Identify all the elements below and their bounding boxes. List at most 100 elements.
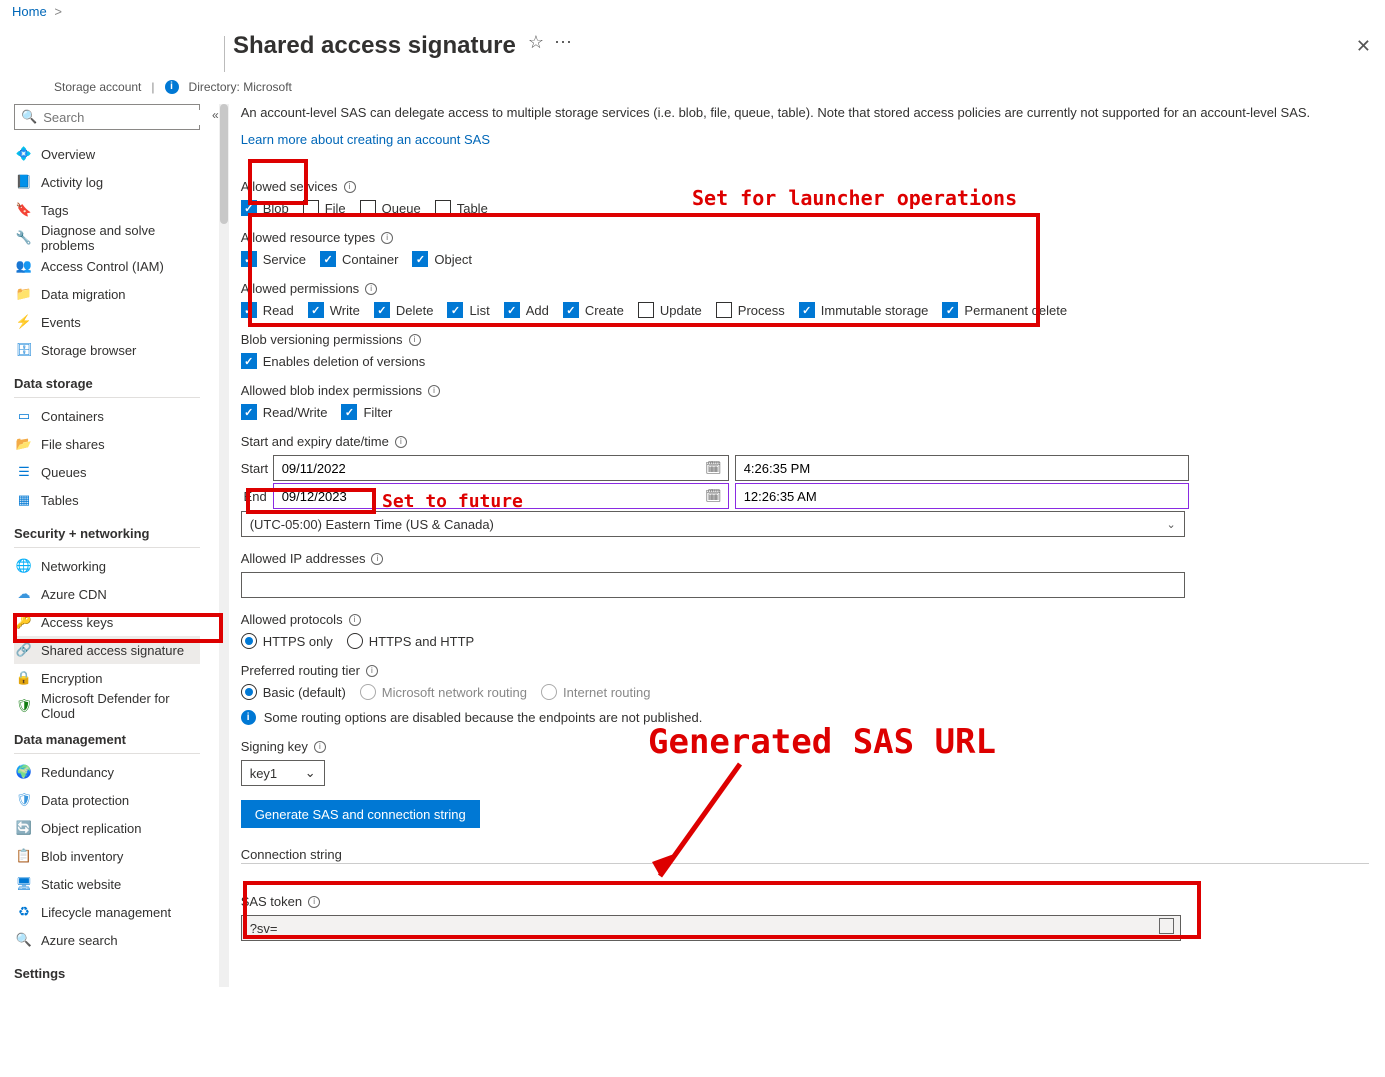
sidebar-search[interactable]: 🔍 xyxy=(14,104,200,130)
sidebar-item[interactable]: 🗄Storage browser xyxy=(14,336,200,364)
checkbox[interactable]: Blob xyxy=(241,200,289,216)
checkbox-box[interactable] xyxy=(563,302,579,318)
sidebar-item[interactable]: 📘Activity log xyxy=(14,168,200,196)
checkbox[interactable]: Process xyxy=(716,302,785,318)
sidebar-item[interactable]: 🔑Access keys xyxy=(14,608,200,636)
sidebar-item[interactable]: ☁Azure CDN xyxy=(14,580,200,608)
info-icon[interactable]: i xyxy=(381,232,393,244)
info-icon[interactable]: i xyxy=(428,385,440,397)
calendar-icon[interactable]: 🗓 xyxy=(705,488,722,504)
blade-scrollbar[interactable] xyxy=(219,104,229,987)
info-icon[interactable]: i xyxy=(366,665,378,677)
learn-more-link[interactable]: Learn more about creating an account SAS xyxy=(241,132,490,147)
sidebar-item[interactable]: 🛡Data protection xyxy=(14,786,200,814)
radio[interactable]: Basic (default) xyxy=(241,684,346,700)
info-icon[interactable]: i xyxy=(349,614,361,626)
sidebar-item[interactable]: 📁Data migration xyxy=(14,280,200,308)
checkbox[interactable]: Write xyxy=(308,302,360,318)
sidebar-item[interactable]: 🔧Diagnose and solve problems xyxy=(14,224,200,252)
checkbox-box[interactable] xyxy=(241,200,257,216)
favorite-star-icon[interactable]: ☆ xyxy=(528,32,544,53)
checkbox[interactable]: Read/Write xyxy=(241,404,328,420)
sidebar-item[interactable]: 🔍Azure search xyxy=(14,926,200,954)
checkbox-box[interactable] xyxy=(341,404,357,420)
copy-icon[interactable] xyxy=(1161,920,1174,937)
info-icon[interactable]: i xyxy=(344,181,356,193)
start-date-input[interactable]: 🗓 xyxy=(273,455,729,481)
info-icon[interactable]: i xyxy=(409,334,421,346)
checkbox[interactable]: Update xyxy=(638,302,702,318)
checkbox[interactable]: Filter xyxy=(341,404,392,420)
end-time-input[interactable] xyxy=(735,483,1189,509)
checkbox-box[interactable] xyxy=(241,251,257,267)
sidebar-item[interactable]: 🔄Object replication xyxy=(14,814,200,842)
more-menu-icon[interactable]: ⋯ xyxy=(554,32,573,53)
info-icon[interactable]: i xyxy=(314,741,326,753)
checkbox[interactable]: Add xyxy=(504,302,549,318)
sidebar-item[interactable]: 💠Overview xyxy=(14,140,200,168)
checkbox-box[interactable] xyxy=(716,302,732,318)
sidebar-item[interactable]: ▭Containers xyxy=(14,402,200,430)
radio[interactable]: HTTPS and HTTP xyxy=(347,633,474,649)
sidebar-item[interactable]: 👥Access Control (IAM) xyxy=(14,252,200,280)
info-icon[interactable]: i xyxy=(395,436,407,448)
sidebar-item[interactable]: 🔗Shared access signature xyxy=(14,636,200,664)
checkbox[interactable]: Container xyxy=(320,251,398,267)
end-date-input[interactable]: 🗓 xyxy=(273,483,729,509)
sas-token-output[interactable]: ?sv= xyxy=(241,915,1181,941)
checkbox-box[interactable] xyxy=(374,302,390,318)
sidebar-collapse-icon[interactable]: « xyxy=(206,104,219,987)
start-time-input[interactable] xyxy=(735,455,1189,481)
sidebar-item[interactable]: 📋Blob inventory xyxy=(14,842,200,870)
checkbox-box[interactable] xyxy=(303,200,319,216)
sidebar-item[interactable]: 🌍Redundancy xyxy=(14,758,200,786)
checkbox-box[interactable] xyxy=(638,302,654,318)
checkbox[interactable]: Table xyxy=(435,200,488,216)
sidebar-item[interactable]: ▦Tables xyxy=(14,486,200,514)
home-link[interactable]: Home xyxy=(12,4,47,19)
checkbox-box[interactable] xyxy=(308,302,324,318)
sidebar-item[interactable]: 🌐Networking xyxy=(14,552,200,580)
checkbox-box[interactable] xyxy=(942,302,958,318)
calendar-icon[interactable]: 🗓 xyxy=(705,460,722,476)
checkbox-box[interactable] xyxy=(412,251,428,267)
sidebar-item[interactable]: 🔒Encryption xyxy=(14,664,200,692)
sidebar-item[interactable]: 📂File shares xyxy=(14,430,200,458)
checkbox[interactable]: File xyxy=(303,200,346,216)
checkbox-box[interactable] xyxy=(241,404,257,420)
checkbox[interactable]: Delete xyxy=(374,302,434,318)
sidebar-item[interactable]: ⚡Events xyxy=(14,308,200,336)
checkbox[interactable]: Permanent delete xyxy=(942,302,1067,318)
checkbox-box[interactable] xyxy=(435,200,451,216)
close-icon[interactable]: ✕ xyxy=(1356,36,1371,57)
allowed-ip-input[interactable] xyxy=(241,572,1185,598)
checkbox-box[interactable] xyxy=(241,353,257,369)
checkbox[interactable]: Service xyxy=(241,251,306,267)
radio[interactable]: HTTPS only xyxy=(241,633,333,649)
checkbox-box[interactable] xyxy=(360,200,376,216)
checkbox-box[interactable] xyxy=(447,302,463,318)
sidebar-item[interactable]: 🛡Microsoft Defender for Cloud xyxy=(14,692,200,720)
sidebar-item[interactable]: ☰Queues xyxy=(14,458,200,486)
checkbox[interactable]: Queue xyxy=(360,200,421,216)
checkbox[interactable]: List xyxy=(447,302,489,318)
sidebar-item[interactable]: ♻Lifecycle management xyxy=(14,898,200,926)
checkbox-box[interactable] xyxy=(241,302,257,318)
checkbox[interactable]: Object xyxy=(412,251,472,267)
info-icon[interactable]: i xyxy=(365,283,377,295)
info-icon[interactable]: i xyxy=(371,553,383,565)
signing-key-select[interactable]: key1 ⌄ xyxy=(241,760,325,786)
checkbox[interactable]: Create xyxy=(563,302,624,318)
checkbox[interactable]: Enables deletion of versions xyxy=(241,353,426,369)
sidebar-item[interactable]: 🔖Tags xyxy=(14,196,200,224)
checkbox[interactable]: Immutable storage xyxy=(799,302,929,318)
search-input[interactable] xyxy=(43,110,219,125)
generate-sas-button[interactable]: Generate SAS and connection string xyxy=(241,800,480,828)
checkbox-box[interactable] xyxy=(320,251,336,267)
checkbox[interactable]: Read xyxy=(241,302,294,318)
timezone-select[interactable]: (UTC-05:00) Eastern Time (US & Canada) ⌄ xyxy=(241,511,1185,537)
info-icon[interactable]: i xyxy=(308,896,320,908)
checkbox-box[interactable] xyxy=(504,302,520,318)
sidebar-item[interactable]: 🖥Static website xyxy=(14,870,200,898)
checkbox-box[interactable] xyxy=(799,302,815,318)
